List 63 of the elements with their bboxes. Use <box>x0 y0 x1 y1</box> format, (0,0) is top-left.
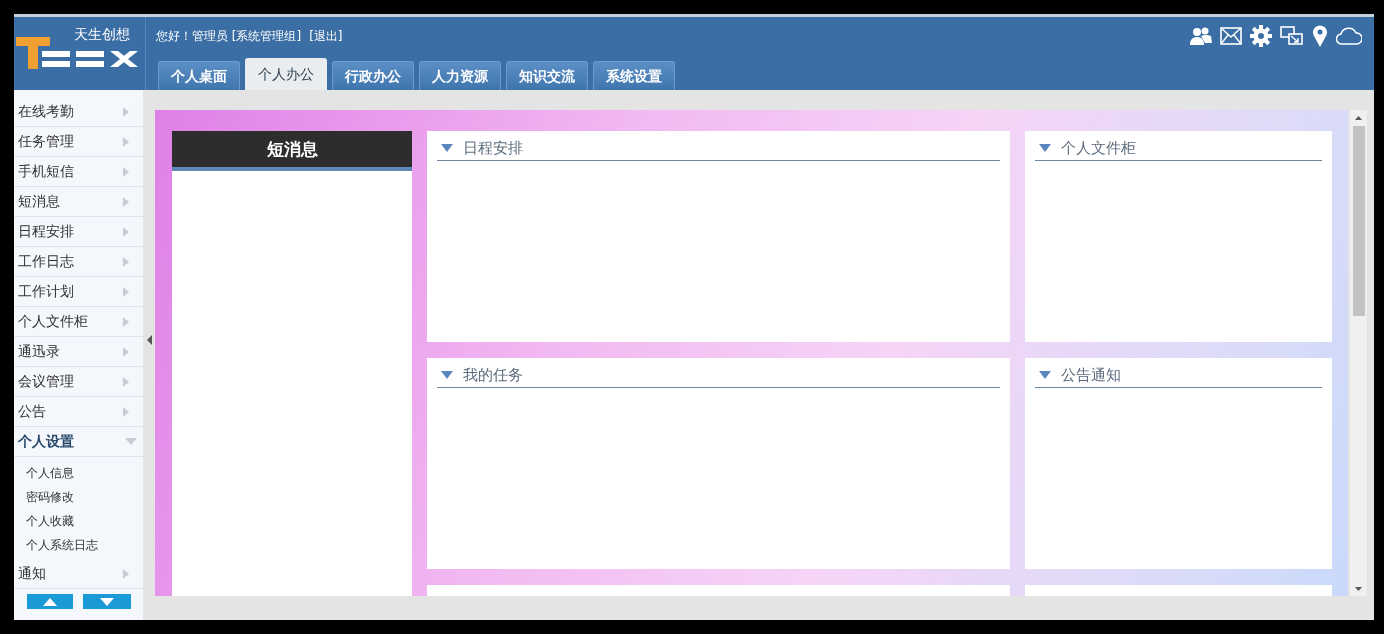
caret-right-icon <box>123 256 129 267</box>
caret-down-icon <box>1039 371 1051 379</box>
caret-down-icon <box>125 438 137 445</box>
sidebar-item[interactable]: 任务管理 <box>14 127 143 157</box>
scroll-down-arrow-icon[interactable] <box>1355 587 1362 591</box>
caret-right-icon <box>123 226 129 237</box>
users-icon[interactable] <box>1190 26 1212 46</box>
collapse-handle-icon[interactable] <box>147 335 152 345</box>
location-pin-icon[interactable] <box>1312 25 1328 47</box>
scrollbar-thumb[interactable] <box>1352 126 1365 316</box>
caret-right-icon <box>123 286 129 297</box>
panel-title: 短消息 <box>172 131 412 171</box>
nav-tab[interactable]: 系统设置 <box>593 61 675 90</box>
caret-down-icon <box>441 371 453 379</box>
sidebar-item[interactable]: 在线考勤 <box>14 97 143 127</box>
mail-icon[interactable] <box>1220 27 1242 45</box>
windows-icon[interactable] <box>1280 26 1304 46</box>
sidebar-item[interactable]: 短消息 <box>14 187 143 217</box>
caret-right-icon <box>123 196 129 207</box>
scrollbar[interactable] <box>1350 110 1367 596</box>
caret-right-icon <box>123 136 129 147</box>
sidebar-item[interactable]: 工作计划 <box>14 277 143 307</box>
settings-icon[interactable] <box>1250 25 1272 47</box>
sidebar-item[interactable]: 个人设置 <box>14 427 143 457</box>
sidebar-item[interactable]: 手机短信 <box>14 157 143 187</box>
nav-tab[interactable]: 人力资源 <box>419 61 501 90</box>
cloud-icon[interactable] <box>1336 26 1362 46</box>
scroll-up-arrow-icon[interactable] <box>1355 116 1362 120</box>
submenu-item[interactable]: 密码修改 <box>26 485 143 509</box>
sidebar-item[interactable]: 日程安排 <box>14 217 143 247</box>
caret-right-icon <box>123 406 129 417</box>
sidebar-item[interactable]: 会议管理 <box>14 367 143 397</box>
logo-text: 天生创想 <box>74 26 130 44</box>
portlet-header[interactable]: 我的任务 <box>437 363 1000 388</box>
caret-right-icon <box>123 376 129 387</box>
caret-right-icon <box>123 346 129 357</box>
caret-right-icon <box>123 568 129 579</box>
caret-up-icon <box>43 597 57 606</box>
nav-tab[interactable]: 个人办公 <box>245 58 327 90</box>
portlet-header[interactable]: 日程安排 <box>437 136 1000 161</box>
portlet-header[interactable]: 公告通知 <box>1035 363 1322 388</box>
nav-tab[interactable]: 个人桌面 <box>158 61 240 90</box>
sidebar-item[interactable]: 通知 <box>14 559 143 589</box>
submenu-item[interactable]: 个人系统日志 <box>26 533 143 557</box>
scroll-down-button[interactable] <box>83 594 131 609</box>
nav-tab[interactable]: 知识交流 <box>506 61 588 90</box>
sidebar-item[interactable]: 个人文件柜 <box>14 307 143 337</box>
caret-down-icon <box>1039 144 1051 152</box>
submenu-item[interactable]: 个人信息 <box>26 461 143 485</box>
nav-tab[interactable]: 行政办公 <box>332 61 414 90</box>
caret-right-icon <box>123 166 129 177</box>
sidebar-item[interactable]: 公告 <box>14 397 143 427</box>
sidebar-item[interactable]: 通迅录 <box>14 337 143 367</box>
portlet-header[interactable]: 个人文件柜 <box>1035 136 1322 161</box>
scroll-up-button[interactable] <box>27 594 73 609</box>
caret-right-icon <box>123 106 129 117</box>
greeting-text: 您好！管理员 [系统管理组] <box>156 27 302 45</box>
sidebar-item[interactable]: 工作日志 <box>14 247 143 277</box>
caret-down-icon <box>100 597 114 606</box>
caret-down-icon <box>441 144 453 152</box>
submenu-item[interactable]: 个人收藏 <box>26 509 143 533</box>
caret-right-icon <box>123 316 129 327</box>
logout-link[interactable]: [退出] <box>309 27 343 45</box>
